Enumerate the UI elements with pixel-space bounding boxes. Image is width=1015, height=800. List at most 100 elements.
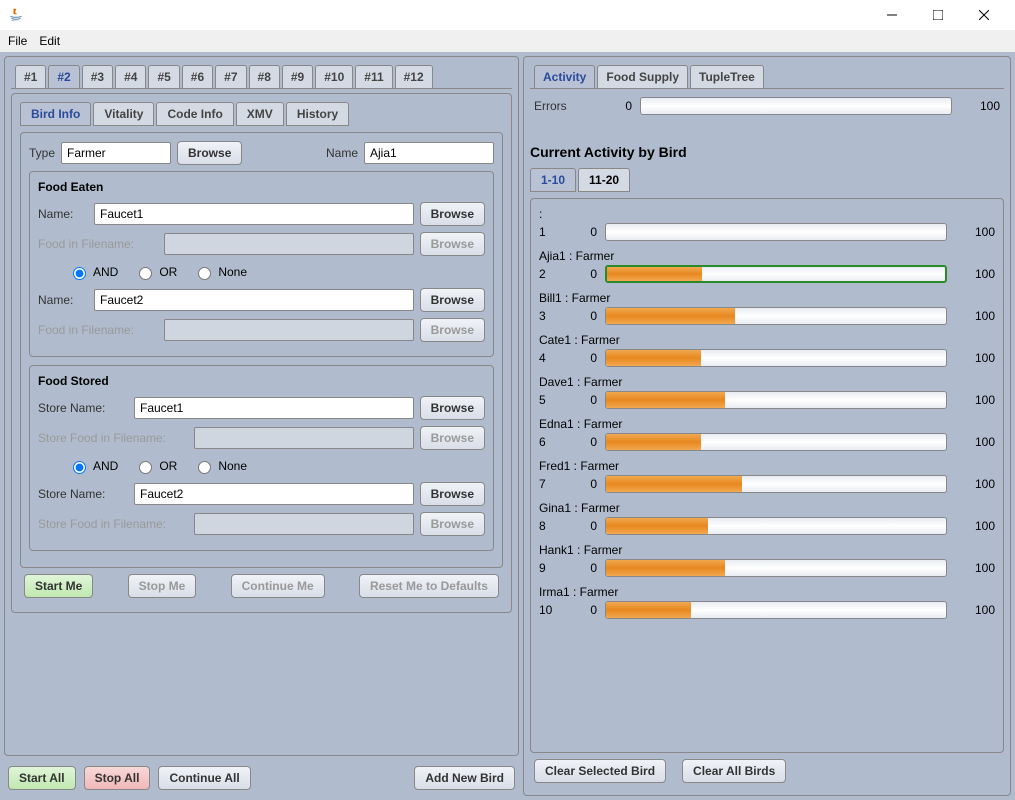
activity-header: Current Activity by Bird — [530, 144, 1004, 160]
bird-max: 100 — [955, 225, 995, 239]
bird-tab-10[interactable]: #10 — [315, 65, 353, 88]
bird-min: 0 — [567, 351, 597, 365]
bird-max: 100 — [955, 435, 995, 449]
right-tab-tupletree[interactable]: TupleTree — [690, 65, 764, 88]
minimize-button[interactable] — [869, 0, 915, 30]
bird-progress[interactable] — [605, 307, 947, 325]
fe-name2-input[interactable] — [94, 289, 414, 311]
food-eaten-section: Food Eaten Name: Browse Food in Filename… — [29, 171, 494, 357]
bird-tab-2[interactable]: #2 — [48, 65, 79, 88]
fe-name1-input[interactable] — [94, 203, 414, 225]
name-input[interactable] — [364, 142, 494, 164]
range-tab-11-20[interactable]: 11-20 — [578, 168, 630, 192]
fe-name1-browse[interactable]: Browse — [420, 202, 485, 226]
bird-min: 0 — [567, 309, 597, 323]
errors-progress — [640, 97, 952, 115]
continue-all-button[interactable]: Continue All — [158, 766, 250, 790]
add-new-bird-button[interactable]: Add New Bird — [414, 766, 515, 790]
bird-label: Dave1 : Farmer — [539, 375, 995, 389]
food-eaten-title: Food Eaten — [38, 180, 485, 194]
bird-tab-1[interactable]: #1 — [15, 65, 46, 88]
close-button[interactable] — [961, 0, 1007, 30]
fs-fif1-browse: Browse — [420, 426, 485, 450]
bird-entry: Bill1 : Farmer30100 — [539, 291, 995, 325]
bird-tab-7[interactable]: #7 — [215, 65, 246, 88]
bird-detail-tabs: Bird InfoVitalityCode InfoXMVHistory — [20, 102, 503, 126]
bird-progress[interactable] — [605, 517, 947, 535]
bird-progress[interactable] — [605, 265, 947, 283]
fs-name1-input[interactable] — [134, 397, 414, 419]
bird-label: Cate1 : Farmer — [539, 333, 995, 347]
bird-label: Fred1 : Farmer — [539, 459, 995, 473]
bird-max: 100 — [955, 393, 995, 407]
fs-name2-input[interactable] — [134, 483, 414, 505]
bird-progress[interactable] — [605, 349, 947, 367]
type-input[interactable] — [61, 142, 171, 164]
fs-name2-browse[interactable]: Browse — [420, 482, 485, 506]
bird-tab-4[interactable]: #4 — [115, 65, 146, 88]
bird-entry: :10100 — [539, 207, 995, 241]
fs-fif2-browse: Browse — [420, 512, 485, 536]
bird-min: 0 — [567, 519, 597, 533]
bird-progress[interactable] — [605, 223, 947, 241]
fs-name1-browse[interactable]: Browse — [420, 396, 485, 420]
bird-tab-6[interactable]: #6 — [182, 65, 213, 88]
start-me-button[interactable]: Start Me — [24, 574, 93, 598]
fe-fif2-label: Food in Filename: — [38, 323, 158, 337]
bird-entry: Edna1 : Farmer60100 — [539, 417, 995, 451]
fs-radio-or[interactable]: OR — [134, 458, 177, 474]
fe-radio-none[interactable]: None — [193, 264, 247, 280]
bird-tab-12[interactable]: #12 — [395, 65, 433, 88]
bird-tab-9[interactable]: #9 — [282, 65, 313, 88]
clear-selected-button[interactable]: Clear Selected Bird — [534, 759, 666, 783]
sub-tab-xmv[interactable]: XMV — [236, 102, 284, 126]
fs-name1-label: Store Name: — [38, 401, 128, 415]
right-tab-activity[interactable]: Activity — [534, 65, 595, 88]
fe-radio-or[interactable]: OR — [134, 264, 177, 280]
bird-entry: Hank1 : Farmer90100 — [539, 543, 995, 577]
bird-label: Bill1 : Farmer — [539, 291, 995, 305]
start-all-button[interactable]: Start All — [8, 766, 76, 790]
bird-progress[interactable] — [605, 475, 947, 493]
menu-file[interactable]: File — [8, 34, 27, 48]
bird-progress[interactable] — [605, 601, 947, 619]
bird-tab-8[interactable]: #8 — [249, 65, 280, 88]
bird-max: 100 — [955, 267, 995, 281]
fs-name2-label: Store Name: — [38, 487, 128, 501]
fs-fif1-label: Store Food in Filename: — [38, 431, 188, 445]
fs-radio-group: AND OR None — [68, 458, 485, 474]
fe-fif2-input — [164, 319, 414, 341]
fe-name2-browse[interactable]: Browse — [420, 288, 485, 312]
fs-fif2-label: Store Food in Filename: — [38, 517, 188, 531]
bird-progress[interactable] — [605, 391, 947, 409]
range-tab-1-10[interactable]: 1-10 — [530, 168, 576, 192]
bird-tab-5[interactable]: #5 — [148, 65, 179, 88]
birds-list: :10100Ajia1 : Farmer20100Bill1 : Farmer3… — [530, 198, 1004, 753]
clear-all-button[interactable]: Clear All Birds — [682, 759, 786, 783]
bird-label: Ajia1 : Farmer — [539, 249, 995, 263]
bird-entry: Dave1 : Farmer50100 — [539, 375, 995, 409]
sub-tab-code-info[interactable]: Code Info — [156, 102, 233, 126]
sub-tab-history[interactable]: History — [286, 102, 349, 126]
stop-me-button: Stop Me — [128, 574, 197, 598]
maximize-button[interactable] — [915, 0, 961, 30]
fs-fif1-input — [194, 427, 414, 449]
right-tab-food-supply[interactable]: Food Supply — [597, 65, 688, 88]
fe-radio-and[interactable]: AND — [68, 264, 118, 280]
bird-tab-11[interactable]: #11 — [355, 65, 392, 88]
bird-progress[interactable] — [605, 433, 947, 451]
type-browse-button[interactable]: Browse — [177, 141, 242, 165]
bird-progress[interactable] — [605, 559, 947, 577]
right-tabs: ActivityFood SupplyTupleTree — [530, 63, 1004, 89]
continue-me-button: Continue Me — [231, 574, 325, 598]
stop-all-button[interactable]: Stop All — [84, 766, 151, 790]
bird-tab-3[interactable]: #3 — [82, 65, 113, 88]
fs-radio-none[interactable]: None — [193, 458, 247, 474]
bird-num: 10 — [539, 603, 559, 617]
bird-num: 6 — [539, 435, 559, 449]
sub-tab-vitality[interactable]: Vitality — [93, 102, 154, 126]
fe-fif2-browse: Browse — [420, 318, 485, 342]
sub-tab-bird-info[interactable]: Bird Info — [20, 102, 91, 126]
menu-edit[interactable]: Edit — [39, 34, 60, 48]
fs-radio-and[interactable]: AND — [68, 458, 118, 474]
